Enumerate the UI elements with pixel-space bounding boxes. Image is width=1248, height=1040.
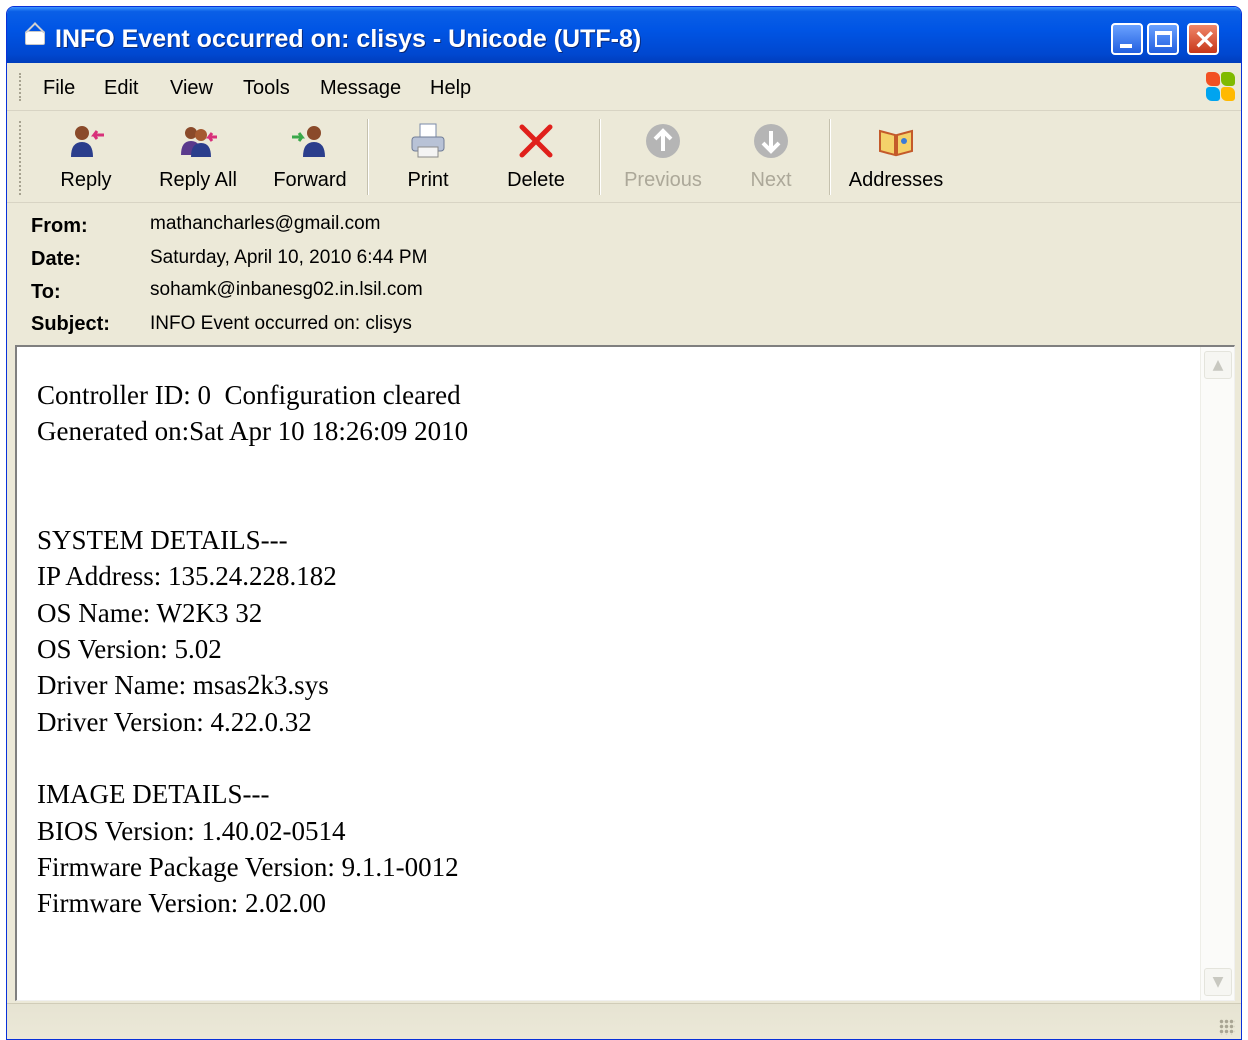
delete-x-icon	[519, 124, 553, 158]
subject-value: INFO Event occurred on: clisys	[150, 313, 412, 334]
message-line: Driver Name: msas2k3.sys	[37, 670, 329, 701]
menu-message[interactable]: Message	[320, 77, 401, 100]
message-line: IMAGE DETAILS---	[37, 779, 270, 810]
toolbar-separator	[829, 119, 831, 195]
close-button[interactable]: ×	[1187, 22, 1219, 55]
message-line: Generated on:Sat Apr 10 18:26:09 2010	[37, 416, 469, 447]
to-value[interactable]: sohamk@inbanesg02.in.lsil.com	[150, 279, 423, 301]
reply-icon	[71, 126, 104, 157]
reply-label: Reply	[60, 169, 112, 191]
reply-all-label: Reply All	[159, 169, 237, 191]
delete-button[interactable]: Delete	[493, 115, 579, 199]
delete-label: Delete	[507, 169, 565, 191]
next-button[interactable]: Next	[731, 115, 811, 199]
toolbar-separator	[367, 119, 369, 195]
from-label: From:	[31, 215, 88, 237]
reply-button[interactable]: Reply	[41, 115, 131, 199]
minimize-button[interactable]	[1111, 23, 1143, 55]
next-label: Next	[750, 169, 792, 191]
message-line: BIOS Version: 1.40.02-0514	[37, 815, 346, 846]
message-line: SYSTEM DETAILS---	[37, 525, 288, 556]
to-label: To:	[31, 281, 61, 303]
previous-label: Previous	[624, 169, 702, 191]
toolbar-separator	[599, 119, 601, 195]
close-icon: ×	[1193, 22, 1217, 55]
message-line	[37, 740, 1197, 776]
maximize-icon	[1155, 31, 1172, 47]
message-line	[37, 486, 1197, 522]
print-label: Print	[407, 169, 449, 191]
toolbar-grip[interactable]	[19, 121, 22, 195]
down-arrow-icon	[754, 124, 788, 158]
from-value[interactable]: mathancharles@gmail.com	[150, 213, 381, 235]
message-line: OS Name: W2K3 32	[37, 597, 263, 628]
windows-logo-icon	[1205, 71, 1237, 103]
reply-all-icon	[181, 127, 217, 157]
message-line	[37, 450, 1197, 486]
message-headers: From: mathancharles@gmail.com Date: Satu…	[7, 203, 1241, 343]
previous-button[interactable]: Previous	[613, 115, 713, 199]
forward-icon	[292, 126, 325, 157]
menu-bar: File Edit View Tools Message Help	[7, 63, 1241, 111]
envelope-icon	[25, 31, 45, 45]
message-line: Firmware Version: 2.02.00	[37, 888, 326, 919]
vertical-scrollbar[interactable]: ▲ ▼	[1200, 347, 1234, 1000]
message-text: Controller ID: 0 Configuration cleared G…	[37, 377, 1197, 921]
menu-help[interactable]: Help	[430, 77, 471, 100]
status-bar	[7, 1003, 1241, 1039]
addresses-label: Addresses	[848, 169, 944, 191]
menu-grip[interactable]	[19, 73, 22, 101]
date-label: Date:	[31, 248, 82, 270]
subject-label: Subject:	[31, 313, 110, 335]
date-value: Saturday, April 10, 2010 6:44 PM	[150, 247, 428, 268]
up-arrow-icon	[646, 124, 680, 158]
window-title: INFO Event occurred on: clisys - Unicode…	[55, 25, 642, 53]
resize-grip[interactable]	[1219, 1019, 1235, 1035]
title-bar[interactable]: INFO Event occurred on: clisys - Unicode…	[7, 7, 1241, 63]
message-line: OS Version: 5.02	[37, 634, 222, 665]
address-book-icon	[879, 129, 913, 157]
menu-view[interactable]: View	[170, 77, 213, 100]
message-line: Controller ID: 0 Configuration cleared	[37, 380, 461, 410]
addresses-button[interactable]: Addresses	[841, 115, 951, 199]
print-button[interactable]: Print	[383, 115, 473, 199]
menu-file[interactable]: File	[43, 77, 75, 100]
menu-tools[interactable]: Tools	[243, 77, 290, 100]
message-window: INFO Event occurred on: clisys - Unicode…	[6, 6, 1242, 1040]
scroll-up-button[interactable]: ▲	[1204, 351, 1232, 379]
forward-button[interactable]: Forward	[259, 115, 361, 199]
printer-icon	[411, 123, 445, 158]
toolbar: Reply Reply All Forward Print Delete Pre…	[7, 111, 1241, 203]
scroll-down-button[interactable]: ▼	[1204, 968, 1232, 996]
message-line: Driver Version: 4.22.0.32	[37, 706, 312, 737]
message-line: Firmware Package Version: 9.1.1-0012	[37, 851, 459, 882]
minimize-icon	[1120, 44, 1132, 48]
message-line: IP Address: 135.24.228.182	[37, 561, 337, 592]
maximize-button[interactable]	[1147, 23, 1179, 55]
menu-edit[interactable]: Edit	[104, 77, 138, 100]
message-body[interactable]: Controller ID: 0 Configuration cleared G…	[15, 345, 1235, 1001]
reply-all-button[interactable]: Reply All	[143, 115, 253, 199]
forward-label: Forward	[273, 169, 347, 191]
